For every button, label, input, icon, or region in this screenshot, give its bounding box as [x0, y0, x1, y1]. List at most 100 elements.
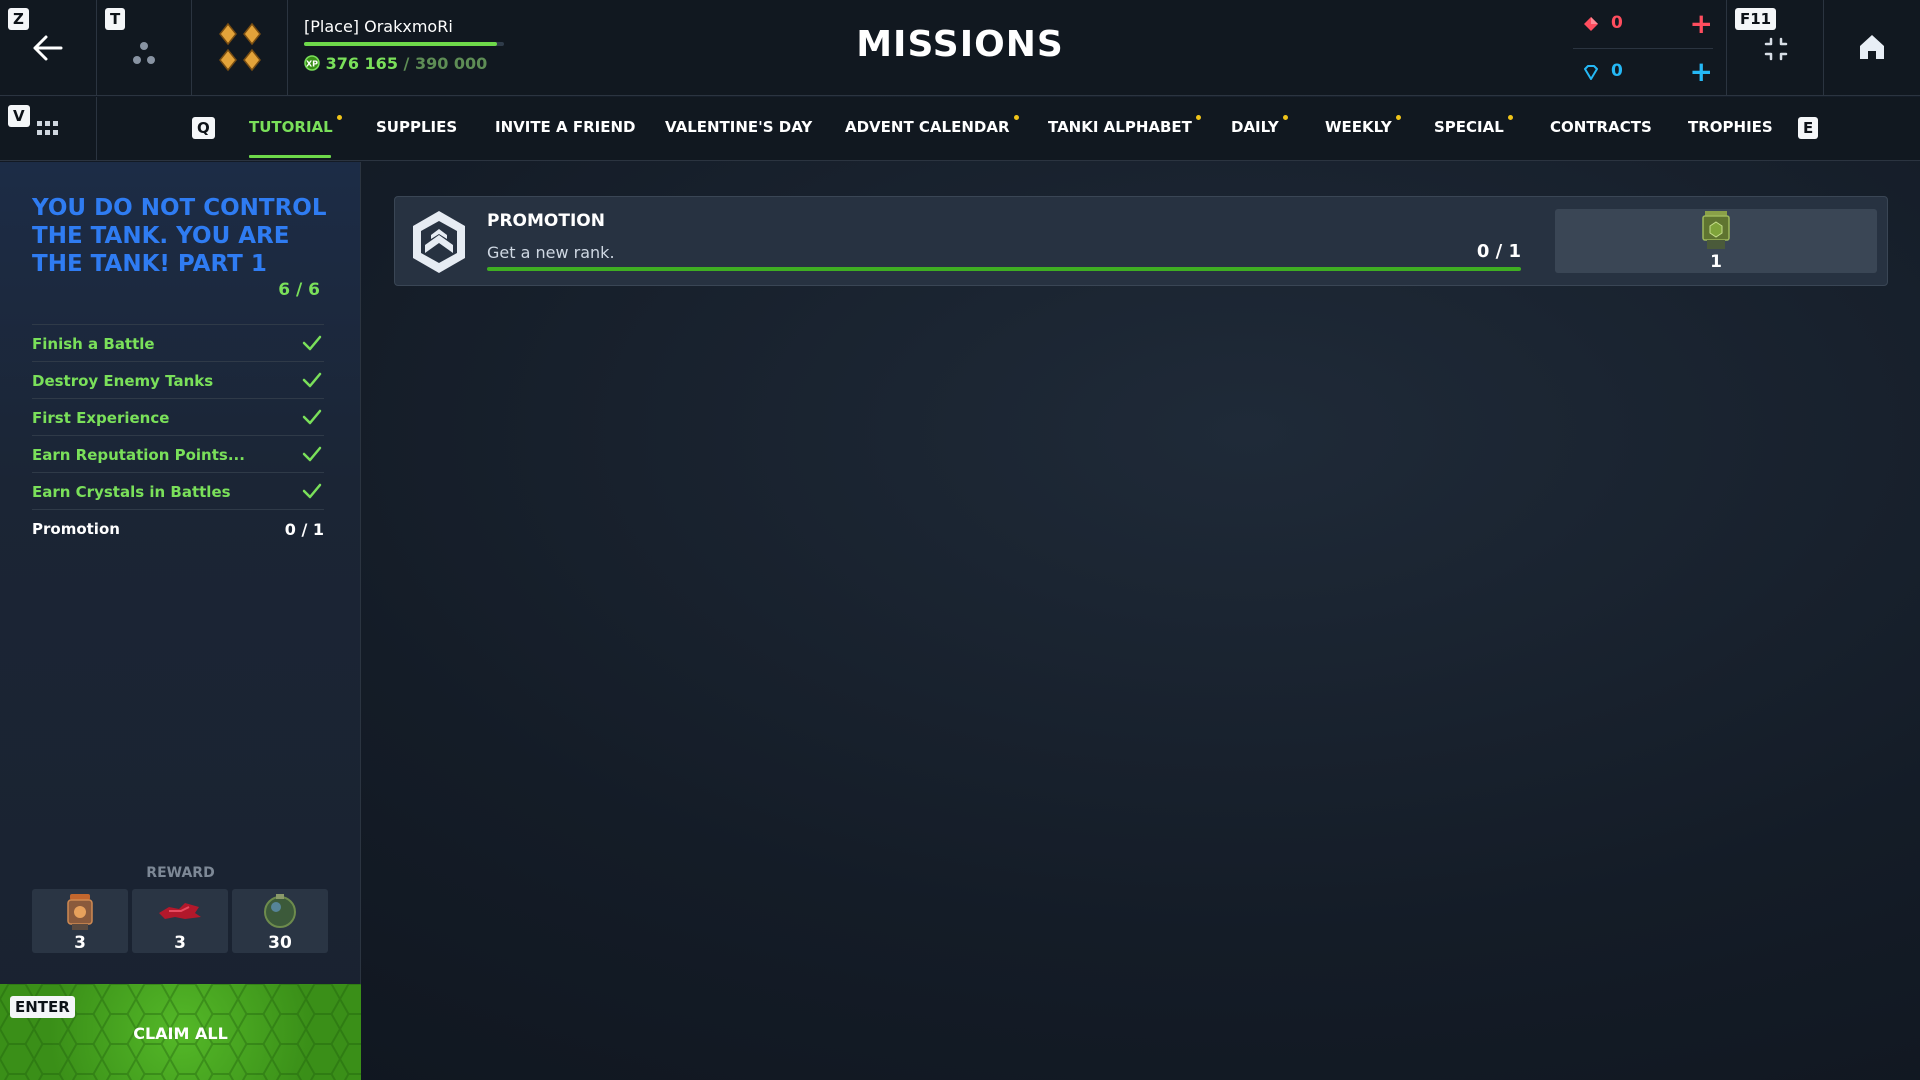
- tab-valentines-day[interactable]: VALENTINE'S DAY: [665, 118, 812, 136]
- ruby-row: 0 +: [1573, 2, 1713, 46]
- active-tab-underline: [249, 155, 331, 158]
- tab-label: INVITE A FRIEND: [495, 118, 636, 136]
- xp-max: / 390 000: [403, 54, 488, 73]
- chain-progress: 6 / 6: [278, 280, 320, 300]
- tab-label: CONTRACTS: [1550, 118, 1652, 136]
- checkmark-icon: [302, 483, 322, 499]
- promotion-rank-icon: [413, 211, 465, 273]
- tab-contracts[interactable]: CONTRACTS: [1550, 118, 1652, 136]
- back-button[interactable]: Z: [0, 0, 97, 96]
- add-ruby-button[interactable]: +: [1690, 7, 1713, 40]
- list-item[interactable]: First Experience: [32, 398, 324, 435]
- tab-label: TROPHIES: [1688, 118, 1773, 136]
- checkmark-icon: [302, 446, 322, 462]
- tab-notification-dot: [1395, 115, 1401, 120]
- next-tab-hotkey[interactable]: E: [1798, 117, 1819, 139]
- tab-daily[interactable]: DAILY: [1231, 115, 1288, 136]
- crystal-value: 0: [1611, 61, 1623, 81]
- home-icon: [1860, 35, 1884, 59]
- checkmark-icon: [302, 409, 322, 425]
- svg-text:XP: XP: [306, 60, 318, 69]
- tab-label: VALENTINE'S DAY: [665, 118, 813, 136]
- friends-hotkey: T: [105, 8, 126, 30]
- claim-all-label: CLAIM ALL: [133, 1024, 228, 1043]
- add-crystal-button[interactable]: +: [1690, 55, 1713, 88]
- checkmark-icon: [302, 372, 322, 388]
- mission-tabs-bar: V Q TUTORIAL SUPPLIES INVITE A FRIEND VA…: [0, 97, 1920, 161]
- reward-slot[interactable]: 30: [232, 889, 328, 953]
- rank-badge[interactable]: [192, 0, 288, 96]
- mission-name: Destroy Enemy Tanks: [32, 372, 214, 390]
- xp-icon: XP: [304, 55, 320, 71]
- grenade-orb-icon: [264, 894, 296, 928]
- mission-reward[interactable]: 1: [1555, 209, 1877, 273]
- tab-notification-dot: [1507, 115, 1513, 120]
- friends-button[interactable]: T: [97, 0, 192, 96]
- red-paint-icon: [159, 903, 201, 919]
- mission-list: Finish a Battle Destroy Enemy Tanks Firs…: [32, 324, 324, 546]
- tab-label: SPECIAL: [1434, 118, 1504, 136]
- tab-label: DAILY: [1231, 118, 1279, 136]
- page-title: MISSIONS: [856, 24, 1064, 65]
- list-item[interactable]: Destroy Enemy Tanks: [32, 361, 324, 398]
- tab-label: TUTORIAL: [249, 118, 333, 136]
- tab-advent-calendar[interactable]: ADVENT CALENDAR: [845, 115, 1019, 136]
- mission-name: First Experience: [32, 409, 170, 427]
- back-hotkey: Z: [8, 8, 29, 30]
- reward-qty: 3: [174, 933, 186, 953]
- tab-special[interactable]: SPECIAL: [1434, 115, 1513, 136]
- back-arrow-icon: [33, 35, 63, 61]
- xp-current: 376 165: [325, 54, 398, 73]
- green-container-icon: [1702, 211, 1730, 249]
- tab-notification-dot: [336, 115, 342, 120]
- tab-label: SUPPLIES: [376, 118, 458, 136]
- tab-notification-dot: [1282, 115, 1288, 120]
- tab-weekly[interactable]: WEEKLY: [1325, 115, 1401, 136]
- tab-notification-dot: [1013, 115, 1019, 120]
- reward-slot[interactable]: 3: [132, 889, 228, 953]
- tab-invite-a-friend[interactable]: INVITE A FRIEND: [495, 118, 636, 136]
- ruby-value: 0: [1611, 13, 1623, 33]
- claim-all-button[interactable]: ENTER CLAIM ALL: [0, 984, 361, 1080]
- mission-name: Earn Reputation Points...: [32, 446, 245, 464]
- mission-progress-bar: [487, 267, 1521, 271]
- mission-name: Earn Crystals in Battles: [32, 483, 231, 501]
- mission-card[interactable]: PROMOTION Get a new rank. 0 / 1 1: [394, 196, 1888, 286]
- mission-name: Finish a Battle: [32, 335, 155, 353]
- currency-panel: 0 + 0 +: [1565, 0, 1727, 96]
- xp-progress-bar: [304, 42, 504, 46]
- claim-hotkey: ENTER: [10, 996, 75, 1018]
- tab-notification-dot: [1195, 115, 1201, 120]
- tab-tanki-alphabet[interactable]: TANKI ALPHABET: [1048, 115, 1201, 136]
- home-button[interactable]: [1824, 0, 1920, 96]
- list-item[interactable]: Earn Reputation Points...: [32, 435, 324, 472]
- reward-qty: 3: [74, 933, 86, 953]
- mission-name: Promotion: [32, 520, 120, 538]
- crystal-icon: [1584, 65, 1598, 80]
- tab-supplies[interactable]: SUPPLIES: [376, 118, 457, 136]
- apps-menu-button[interactable]: V: [0, 97, 97, 160]
- reward-slot[interactable]: 3: [32, 889, 128, 953]
- player-name[interactable]: [Place] OrakxmoRi: [304, 17, 453, 36]
- mission-progress: 0 / 1: [1476, 241, 1521, 262]
- rank-insignia-icon: [219, 22, 261, 72]
- mission-description: Get a new rank.: [487, 243, 615, 262]
- apps-grid-icon: [37, 121, 58, 135]
- xp-progress-fill: [304, 42, 497, 46]
- tab-tutorial[interactable]: TUTORIAL: [249, 115, 342, 136]
- list-item[interactable]: Finish a Battle: [32, 324, 324, 361]
- xp-readout: XP 376 165 / 390 000: [304, 54, 487, 73]
- tab-trophies[interactable]: TROPHIES: [1688, 118, 1773, 136]
- mission-chain-panel: YOU DO NOT CONTROL THE TANK. YOU ARE THE…: [0, 162, 361, 1080]
- prev-tab-hotkey[interactable]: Q: [192, 117, 215, 139]
- tab-label: TANKI ALPHABET: [1048, 118, 1192, 136]
- friends-icon: [133, 42, 155, 64]
- fullscreen-button[interactable]: F11: [1727, 0, 1824, 96]
- tab-label: ADVENT CALENDAR: [845, 118, 1010, 136]
- list-item[interactable]: Earn Crystals in Battles: [32, 472, 324, 509]
- reward-qty: 1: [1710, 252, 1722, 272]
- reward-slots: 3 3 30: [32, 889, 328, 953]
- checkmark-icon: [302, 335, 322, 351]
- mission-count: 0 / 1: [284, 520, 324, 539]
- list-item[interactable]: Promotion 0 / 1: [32, 509, 324, 546]
